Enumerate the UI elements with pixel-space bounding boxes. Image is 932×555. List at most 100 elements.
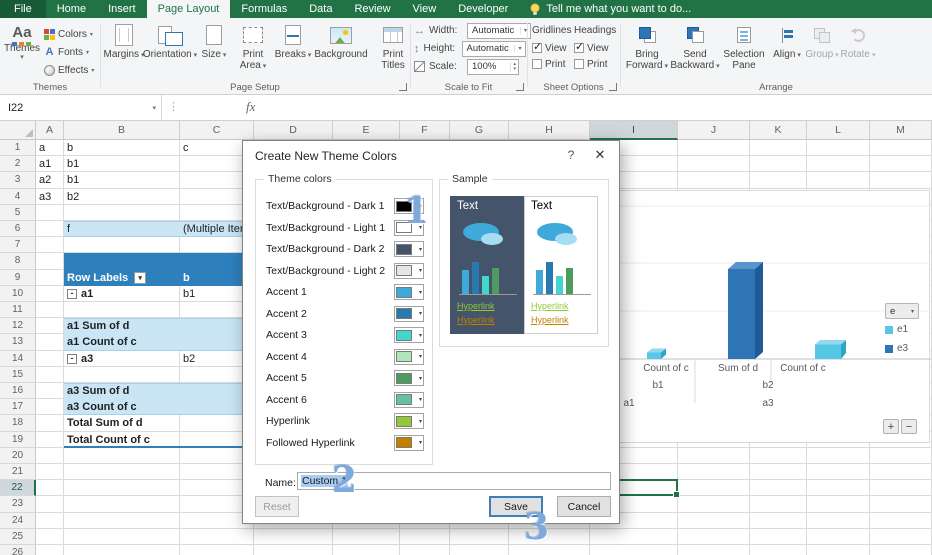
colors-button[interactable]: Colors ▾ [44,26,93,42]
print-titles-button[interactable]: PrintTitles [372,20,414,71]
cell-B17[interactable]: a3 Count of c [67,399,137,415]
expand-field-button[interactable]: + [883,419,899,434]
column-header-A[interactable]: A [36,121,64,140]
tab-view[interactable]: View [402,0,448,18]
scale-spinner[interactable]: 100%▴▾ [467,59,519,75]
cell-B13[interactable]: a1 Count of c [67,334,137,350]
row-header-15[interactable]: 15 [0,367,36,383]
column-header-E[interactable]: E [333,121,400,140]
row-header-7[interactable]: 7 [0,237,36,253]
cell-B4[interactable]: b2 [67,189,79,205]
pivot-field-button-e[interactable]: e▾ [885,303,919,319]
column-header-M[interactable]: M [870,121,932,140]
rotate-button[interactable]: Rotate ▾ [840,20,876,61]
group-button[interactable]: Group ▾ [806,20,838,61]
tab-data[interactable]: Data [298,0,343,18]
row-header-1[interactable]: 1 [0,140,36,156]
row-header-23[interactable]: 23 [0,496,36,512]
cell-C9[interactable]: b [183,270,190,286]
cell-B3[interactable]: b1 [67,172,79,188]
close-icon[interactable]: ✕ [591,147,609,163]
theme-color-dropdown-6[interactable]: ▾ [394,306,424,322]
tab-insert[interactable]: Insert [97,0,147,18]
headings-print-checkbox[interactable]: Print [574,56,616,72]
size-button[interactable]: Size ▾ [196,20,232,61]
tab-formulas[interactable]: Formulas [230,0,298,18]
row-header-12[interactable]: 12 [0,318,36,334]
column-header-K[interactable]: K [750,121,807,140]
send-backward-button[interactable]: SendBackward ▾ [672,20,718,72]
row-header-10[interactable]: 10 [0,286,36,302]
row-header-8[interactable]: 8 [0,253,36,269]
tab-developer[interactable]: Developer [447,0,519,18]
breaks-button[interactable]: Breaks ▾ [274,20,312,61]
row-header-6[interactable]: 6 [0,221,36,237]
scale-to-fit-dialog-launcher-icon[interactable] [516,83,524,91]
cell-A3[interactable]: a2 [39,172,51,188]
row-header-22[interactable]: 22 [0,480,36,496]
theme-color-dropdown-4[interactable]: ▾ [394,263,424,279]
theme-color-dropdown-7[interactable]: ▾ [394,327,424,343]
column-header-J[interactable]: J [678,121,750,140]
print-area-button[interactable]: PrintArea ▾ [232,20,274,72]
cell-B2[interactable]: b1 [67,156,79,172]
select-all-button[interactable] [0,121,36,140]
gridlines-view-checkbox[interactable]: View [532,40,571,56]
cell-B18[interactable]: Total Sum of d [67,415,143,431]
column-header-H[interactable]: H [509,121,590,140]
theme-color-dropdown-3[interactable]: ▾ [394,241,424,257]
row-header-16[interactable]: 16 [0,383,36,399]
tab-review[interactable]: Review [343,0,401,18]
effects-button[interactable]: Effects ▾ [44,62,94,78]
theme-color-dropdown-9[interactable]: ▾ [394,370,424,386]
themes-button[interactable]: Aa Themes ▾ [2,21,42,61]
column-header-L[interactable]: L [807,121,870,140]
cell-A1[interactable]: a [39,140,45,156]
row-header-4[interactable]: 4 [0,189,36,205]
sheet-options-dialog-launcher-icon[interactable] [609,83,617,91]
collapse-icon[interactable]: - [67,289,77,299]
reset-button[interactable]: Reset [255,496,299,517]
row-header-14[interactable]: 14 [0,351,36,367]
width-combo[interactable]: Automatic▾ [467,23,531,39]
align-button[interactable]: Align ▾ [770,20,804,61]
row-header-3[interactable]: 3 [0,172,36,188]
insert-function-icon[interactable]: fx [246,99,255,115]
sample-followed-hyperlink[interactable]: Hyperlink [531,315,569,325]
formula-input[interactable] [272,95,932,120]
row-header-9[interactable]: 9 [0,270,36,286]
theme-color-dropdown-10[interactable]: ▾ [394,392,424,408]
headings-view-checkbox[interactable]: View [574,40,616,56]
cell-B9[interactable]: Row Labels [67,270,146,286]
cell-B14[interactable]: -a3 [67,351,93,367]
bring-forward-button[interactable]: BringForward ▾ [624,20,670,72]
row-header-13[interactable]: 13 [0,334,36,350]
row-header-20[interactable]: 20 [0,448,36,464]
margins-button[interactable]: Margins ▾ [104,20,144,61]
theme-color-dropdown-8[interactable]: ▾ [394,349,424,365]
cell-A2[interactable]: a1 [39,156,51,172]
theme-color-dropdown-5[interactable]: ▾ [394,284,424,300]
tab-page-layout[interactable]: Page Layout [147,0,231,18]
name-box[interactable]: I22 ▾ [0,95,162,120]
cell-B1[interactable]: b [67,140,73,156]
collapse-field-button[interactable]: − [901,419,917,434]
cell-B19[interactable]: Total Count of c [67,432,150,448]
formula-bar-handle[interactable]: ⋮ [168,100,179,113]
row-header-26[interactable]: 26 [0,545,36,555]
row-header-5[interactable]: 5 [0,205,36,221]
selection-pane-button[interactable]: SelectionPane [720,20,768,71]
cancel-button[interactable]: Cancel [557,496,611,517]
help-button[interactable]: ? [563,148,579,162]
column-header-F[interactable]: F [400,121,450,140]
column-header-C[interactable]: C [180,121,254,140]
cell-A4[interactable]: a3 [39,189,51,205]
row-header-18[interactable]: 18 [0,415,36,431]
row-header-24[interactable]: 24 [0,513,36,529]
sample-hyperlink[interactable]: Hyperlink [531,301,569,311]
cell-B6[interactable]: f [67,221,70,237]
theme-color-dropdown-11[interactable]: ▾ [394,413,424,429]
row-header-2[interactable]: 2 [0,156,36,172]
column-header-B[interactable]: B [64,121,180,140]
cell-B12[interactable]: a1 Sum of d [67,318,129,334]
